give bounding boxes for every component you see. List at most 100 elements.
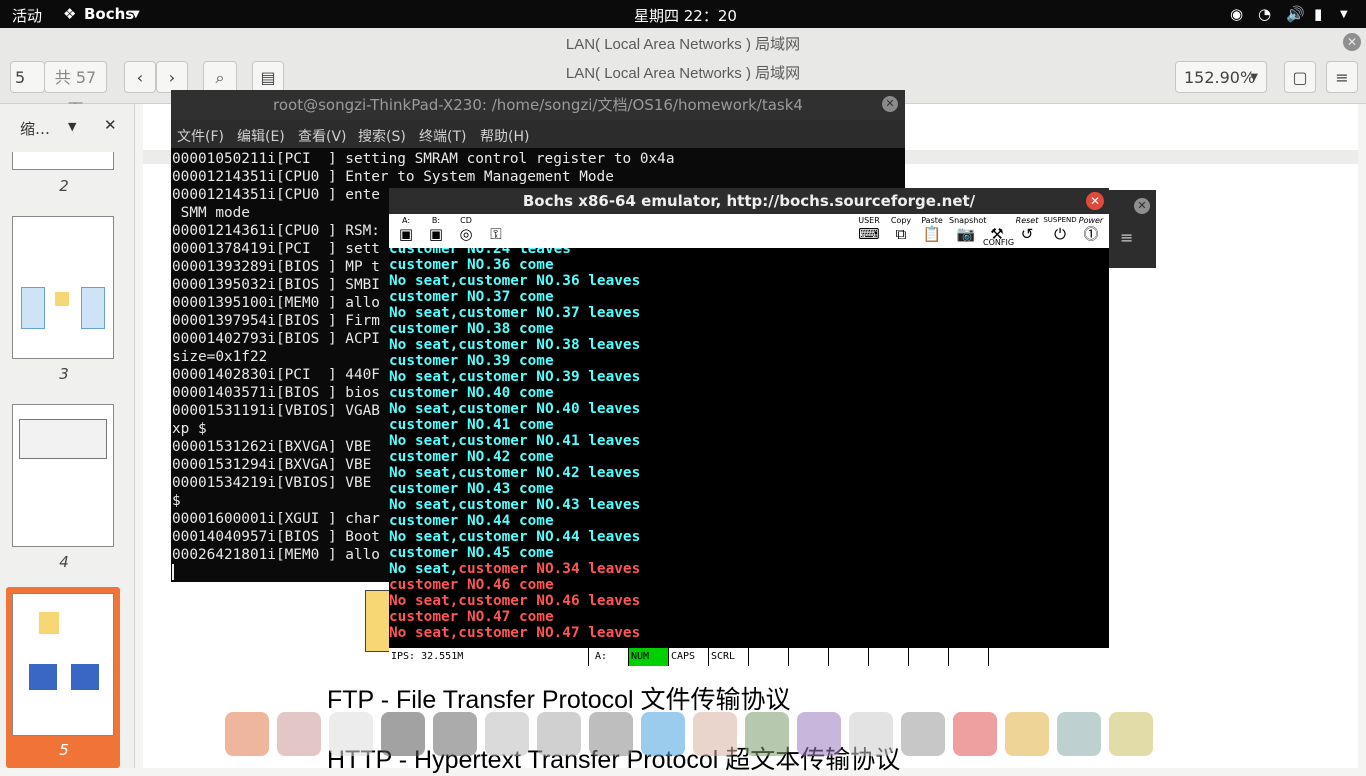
chevron-down-icon[interactable]: ▼ [132, 9, 140, 20]
menu-search[interactable]: 搜索(S) [358, 126, 406, 146]
terminal-cursor [172, 564, 174, 580]
next-page-button[interactable]: › [156, 61, 188, 93]
thumbnail-page-number: 5 [59, 741, 69, 759]
record-icon[interactable]: ◉ [1230, 5, 1243, 23]
annotations-button[interactable]: ▤ [252, 61, 284, 93]
app-menu-icon[interactable]: ❖ [63, 5, 76, 23]
menu-terminal[interactable]: 终端(T) [419, 126, 466, 146]
thumbnail-sidebar: 缩… ▼ ✕ 2 3 4 5 [0, 104, 135, 768]
dock-app-icon[interactable] [433, 712, 477, 756]
floppy-a-label: A: [401, 216, 411, 225]
clock[interactable]: 星期四 22：20 [634, 5, 737, 26]
search-button[interactable]: ⌕ [203, 61, 237, 93]
camera-icon: 📷 [956, 225, 976, 243]
app-menu-button[interactable]: Bochs [84, 5, 134, 23]
previous-page-button[interactable]: ‹ [124, 61, 156, 93]
close-sidebar-icon[interactable]: ✕ [104, 116, 117, 134]
boot-button[interactable]: ⚿ [482, 216, 510, 246]
menu-help[interactable]: 帮助(H) [480, 126, 529, 146]
thumbnail-page-5[interactable] [12, 593, 114, 736]
thumbnail-page-2[interactable] [12, 152, 114, 170]
thumbnail-page-number: 3 [59, 365, 69, 383]
floppy-b-button[interactable]: B: ▣ [422, 216, 450, 246]
scroll-lock-indicator: SCRL [709, 648, 749, 666]
menu-view[interactable]: 查看(V) [298, 126, 347, 146]
menu-button[interactable]: ≡ [1326, 61, 1358, 93]
dock-document-icon[interactable] [485, 712, 529, 756]
chevron-right-icon: › [168, 68, 176, 87]
dock-app-icon[interactable] [745, 712, 789, 756]
zoom-select[interactable]: 152.90% ▼ [1175, 61, 1267, 93]
page-total-label: 共 57 页 [44, 61, 107, 119]
copy-button[interactable]: Copy ⧉ [887, 216, 915, 246]
dock-chrome-icon[interactable] [1005, 712, 1049, 756]
floppy-b-label: B: [431, 216, 441, 225]
cdrom-button[interactable]: CD ◎ [452, 216, 480, 246]
thumbnail-page-4[interactable] [12, 404, 114, 547]
close-icon[interactable]: ✕ [1343, 33, 1361, 51]
dock-notes-icon[interactable] [537, 712, 581, 756]
paste-button[interactable]: Paste 📋 [918, 216, 946, 246]
user-button[interactable]: USER ⌨ [852, 216, 886, 246]
suspend-button[interactable]: SUSPEND ⏻ [1043, 216, 1077, 246]
dock-camera-icon[interactable] [901, 712, 945, 756]
drive-indicator: A: [589, 648, 629, 666]
power-button[interactable]: Power ⓵ [1077, 216, 1105, 246]
reset-button[interactable]: Reset ↺ [1013, 216, 1041, 246]
floppy-a-button[interactable]: A: ▣ [392, 216, 420, 246]
bochs-screen[interactable]: customer NO.24 leaves customer NO.36 come… [389, 248, 1109, 646]
screen-line: No seat,customer NO.41 leaves [389, 433, 641, 449]
screen-line: No seat,customer NO.38 leaves [389, 337, 641, 353]
screen-line: No seat,customer NO.37 leaves [389, 305, 641, 321]
keyboard-icon: ⌨ [858, 225, 880, 243]
dock-files-icon[interactable] [277, 712, 321, 756]
bochs-window[interactable]: Bochs x86-64 emulator, http://bochs.sour… [389, 188, 1109, 666]
suspend-icon: ⏻ [1054, 225, 1066, 243]
system-menu-chevron-icon[interactable]: ▼ [1340, 9, 1348, 20]
cdrom-label: CD [460, 216, 472, 225]
screen-line-suffix: customer NO.34 leaves [458, 561, 641, 577]
menu-edit[interactable]: 编辑(E) [237, 126, 285, 146]
dock-weibo-icon[interactable] [953, 712, 997, 756]
bochs-titlebar[interactable]: Bochs x86-64 emulator, http://bochs.sour… [389, 188, 1109, 214]
snapshot-button[interactable]: Snapshot 📷 [949, 216, 986, 246]
dock-anchor-icon[interactable] [225, 712, 269, 756]
dock-terminal-icon[interactable] [381, 712, 425, 756]
terminal-titlebar[interactable]: root@songzi-ThinkPad-X230: /home/songzi/… [171, 90, 905, 120]
close-icon[interactable]: ✕ [1134, 198, 1150, 214]
close-icon[interactable]: ✕ [882, 96, 898, 112]
activities-button[interactable]: 活动 [12, 5, 42, 26]
sidebar-mode-label[interactable]: 缩… [20, 118, 50, 139]
screen-line: No seat,customer NO.46 leaves [389, 593, 641, 609]
volume-icon[interactable]: 🔊 [1286, 5, 1305, 23]
copy-icon: ⧉ [895, 225, 907, 243]
dock-calendar-icon[interactable] [1057, 712, 1101, 756]
boot-icon: ⚿ [490, 225, 502, 243]
dock-tools-icon[interactable] [589, 712, 633, 756]
screen-line: No seat,customer NO.40 leaves [389, 401, 641, 417]
dock-package-icon[interactable] [1109, 712, 1153, 756]
search-icon: ⌕ [215, 68, 225, 87]
screen-line: customer NO.46 come [389, 577, 554, 593]
hamburger-icon[interactable]: ≡ [1120, 228, 1133, 247]
dock-telegram-icon[interactable] [641, 712, 685, 756]
zoom-value: 152.90% [1184, 68, 1256, 87]
wifi-icon[interactable]: ◔ [1258, 5, 1271, 23]
battery-icon[interactable]: ▮ [1314, 5, 1322, 23]
top-bar: 活动 ❖ Bochs ▼ 星期四 22：20 ◉ ◔ 🔊 ▮ ▼ [0, 0, 1366, 28]
power-label: Power [1078, 216, 1104, 225]
dock-text-icon[interactable] [849, 712, 893, 756]
config-button[interactable]: ⚒ CONFIG [983, 216, 1014, 247]
chevron-left-icon: ‹ [136, 68, 144, 87]
document-properties-button[interactable]: ▢ [1284, 61, 1316, 93]
chevron-down-icon[interactable]: ▼ [68, 120, 76, 133]
menu-file[interactable]: 文件(F) [177, 126, 224, 146]
dock-app-icon[interactable] [693, 712, 737, 756]
dock-app-icon[interactable] [797, 712, 841, 756]
dock-editor-icon[interactable] [329, 712, 373, 756]
page-number-input[interactable]: 5 [10, 61, 45, 93]
thumbnail-page-3[interactable] [12, 216, 114, 359]
diagram-box [365, 590, 391, 652]
paste-icon: 📋 [922, 225, 942, 243]
close-icon[interactable]: ✕ [1086, 192, 1104, 210]
